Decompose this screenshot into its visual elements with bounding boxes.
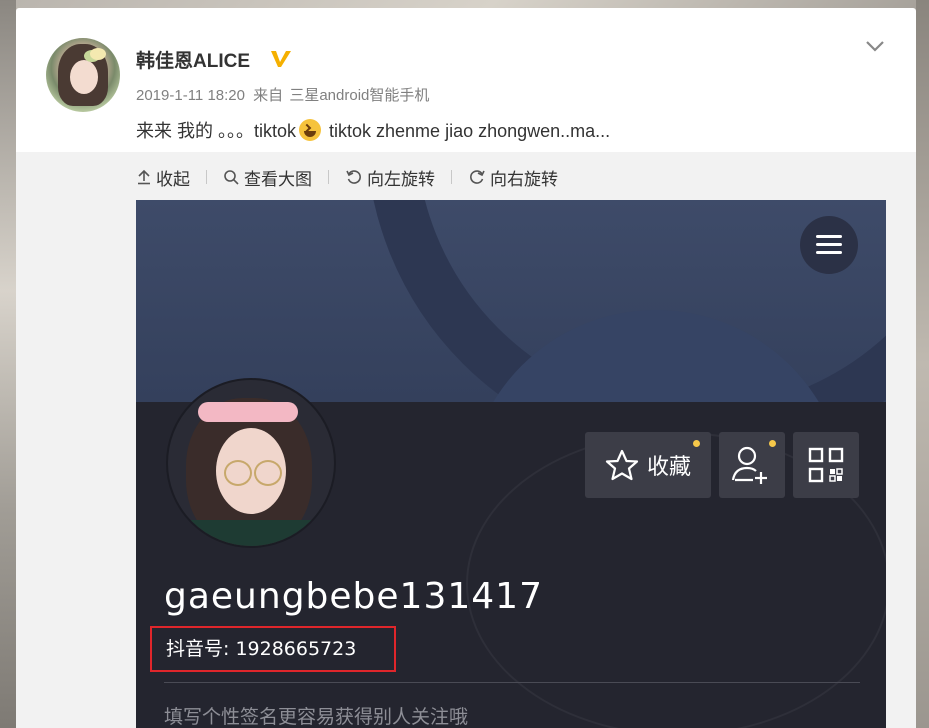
profile-avatar-shirt [188,520,314,546]
laughing-emoji-icon [299,119,322,141]
star-icon [605,449,639,481]
post-source-prefix: 来自 [253,87,284,104]
qr-code-button[interactable] [793,432,859,498]
author-name[interactable]: 韩佳恩ALICE [136,46,250,73]
notification-dot [693,440,700,447]
profile-avatar[interactable] [166,378,336,548]
rotate-left-label: 向左旋转 [367,169,435,189]
background-right [916,0,929,728]
rotate-right-icon [470,170,485,184]
profile-avatar-glasses [224,460,252,486]
post-meta: 2019-1-11 18:20 来自 三星android智能手机 [136,84,433,105]
profile-username: gaeungbebe131417 [164,576,543,617]
toolbar-divider [328,170,329,184]
profile-avatar-glasses [254,460,282,486]
post-text-before: 来来 我的 。。。tiktok [136,121,297,141]
media-panel: 收起 查看大图 向左旋转 向右旋转 收藏 gaeungbebe131417 抖音… [16,152,916,728]
profile-header-banner [136,200,886,402]
favorite-label: 收藏 [646,455,691,480]
add-friend-button[interactable] [719,432,785,498]
rotate-left-button[interactable]: 向左旋转 [345,165,435,190]
collapse-label: 收起 [156,169,190,189]
post-text-after: tiktok zhenme jiao zhongwen..ma... [324,121,611,141]
post-source[interactable]: 三星android智能手机 [289,87,429,104]
avatar-face [70,60,98,94]
view-large-button[interactable]: 查看大图 [223,165,312,190]
qr-code-icon [808,447,844,483]
verified-v-icon[interactable] [269,49,293,69]
profile-divider [164,682,860,683]
view-large-label: 查看大图 [244,169,312,189]
menu-button[interactable] [800,216,858,274]
favorite-button[interactable]: 收藏 [585,432,711,498]
douyin-id: 抖音号: 1928665723 [166,638,357,660]
hamburger-line [816,235,842,238]
profile-avatar-headband [198,402,298,422]
weibo-post-card: 韩佳恩ALICE 2019-1-11 18:20 来自 三星android智能手… [16,8,916,728]
chevron-down-icon[interactable] [864,36,886,56]
hamburger-line [816,243,842,246]
toolbar-divider [451,170,452,184]
toolbar-divider [206,170,207,184]
hamburger-line [816,251,842,254]
magnifier-icon [224,170,239,185]
rotate-left-icon [346,170,361,184]
notification-dot [769,440,776,447]
post-timestamp[interactable]: 2019-1-11 18:20 [136,87,245,104]
author-avatar[interactable] [46,38,120,112]
collapse-arrow-icon [138,169,150,185]
image-toolbar: 收起 查看大图 向左旋转 向右旋转 [136,164,558,190]
background-left [0,0,16,728]
rotate-right-button[interactable]: 向右旋转 [468,165,558,190]
rotate-right-label: 向右旋转 [490,169,558,189]
bio-placeholder[interactable]: 填写个性签名更容易获得别人关注哦 [164,702,468,728]
post-text: 来来 我的 。。。tiktok tiktok zhenme jiao zhong… [136,117,610,143]
tiktok-profile-screenshot[interactable]: 收藏 gaeungbebe131417 抖音号: 1928665723 填写个性… [136,200,886,728]
collapse-button[interactable]: 收起 [136,165,190,190]
avatar-flower [90,48,106,60]
